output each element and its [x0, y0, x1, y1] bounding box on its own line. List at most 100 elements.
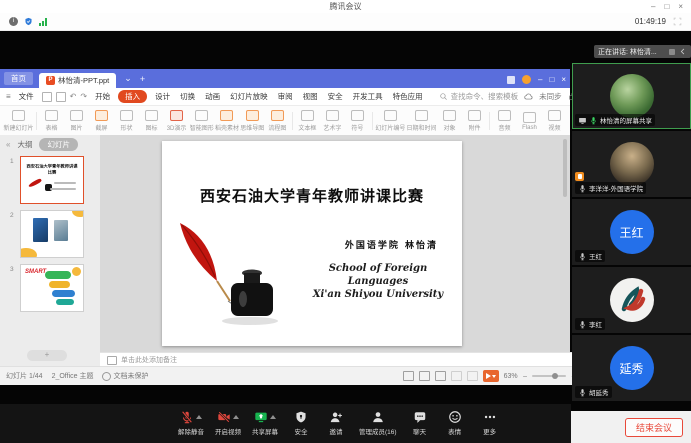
normal-view-icon[interactable] — [403, 371, 414, 381]
share-screen-button[interactable]: 共享屏幕 — [252, 409, 278, 436]
person-icon — [371, 410, 385, 424]
hamburger-icon[interactable]: ≡ — [6, 92, 11, 101]
save-icon[interactable] — [42, 92, 52, 102]
ribbon-smartart[interactable]: 智能图形 — [189, 110, 214, 132]
menu-review[interactable]: 审阅 — [276, 90, 295, 103]
play-slideshow-button[interactable] — [483, 370, 499, 382]
current-slide[interactable]: 西安石油大学青年教师讲课比赛 外国语学院 林怡清 School of Forei… — [162, 141, 462, 346]
video-options-caret[interactable] — [233, 415, 239, 419]
reading-view-icon[interactable] — [435, 371, 446, 381]
participant-tile-screen-share[interactable]: 林怡清的屏幕共享 — [572, 63, 691, 129]
menu-transition[interactable]: 切换 — [178, 90, 197, 103]
unmute-button[interactable]: 解除静音 — [178, 409, 204, 436]
slide-thumbnail-3[interactable]: SMART — [20, 264, 84, 312]
end-meeting-button[interactable]: 结束会议 — [625, 418, 683, 437]
ribbon-3d[interactable]: 3D演示 — [164, 110, 189, 132]
ribbon-flash[interactable]: Flash — [517, 112, 542, 131]
menu-start[interactable]: 开始 — [93, 90, 112, 103]
ribbon-docer[interactable]: 稻壳素材 — [214, 110, 239, 132]
protect-status[interactable]: 文档未保护 — [113, 371, 148, 381]
participant-name: 林怡清的屏幕共享 — [600, 115, 652, 125]
wps-maximize-icon[interactable]: □ — [549, 75, 554, 84]
menu-animation[interactable]: 动画 — [203, 90, 222, 103]
menu-file[interactable]: 文件 — [17, 90, 36, 103]
add-slide-button[interactable]: + — [27, 350, 67, 361]
slide-thumbnail-1[interactable]: 西安石油大学青年教师讲课比赛 — [20, 156, 84, 204]
ribbon-new-slide[interactable]: 新建幻灯片 — [3, 110, 34, 132]
slide-sorter-icon[interactable] — [419, 371, 430, 381]
ribbon-attachment[interactable]: 附件 — [462, 110, 487, 132]
share-options-caret[interactable] — [270, 415, 276, 419]
message-icon[interactable] — [507, 76, 515, 84]
menu-devtools[interactable]: 开发工具 — [351, 90, 385, 103]
ribbon-shapes[interactable]: 形状 — [114, 110, 139, 132]
undo-icon[interactable]: ↶ — [70, 92, 77, 101]
minimize-button[interactable]: – — [651, 2, 655, 11]
wps-home-tab[interactable]: 首页 — [4, 72, 33, 85]
sync-status[interactable]: 未同步 — [539, 91, 562, 102]
ribbon-mindmap[interactable]: 思维导图 — [240, 110, 265, 132]
ribbon-picture[interactable]: 图片 — [64, 110, 89, 132]
participant-tile[interactable]: 延秀 胡延秀 — [572, 335, 691, 401]
ribbon-slide-number[interactable]: 幻灯片编号 — [375, 110, 406, 132]
wps-close-icon[interactable]: × — [561, 75, 566, 84]
meeting-info-icon[interactable]: i — [9, 17, 18, 26]
ribbon-symbol[interactable]: 符号 — [345, 110, 370, 132]
zoom-out-icon[interactable]: − — [523, 372, 528, 381]
more-button[interactable]: 更多 — [478, 409, 502, 436]
ribbon-date-time[interactable]: 日期和时间 — [406, 110, 437, 132]
meeting-security-shield-icon[interactable] — [24, 17, 33, 26]
start-video-button[interactable]: 开启视频 — [215, 409, 241, 436]
redo-icon[interactable]: ↷ — [80, 92, 87, 101]
participant-tile[interactable]: 王红 王红 — [572, 199, 691, 265]
chat-button[interactable]: 聊天 — [408, 409, 432, 436]
menu-design[interactable]: 设计 — [153, 90, 172, 103]
mic-options-caret[interactable] — [196, 415, 202, 419]
new-tab-icon[interactable]: + — [140, 74, 145, 84]
ribbon-icons[interactable]: 图标 — [139, 110, 164, 132]
zoom-slider[interactable] — [532, 375, 566, 377]
ribbon-textbox[interactable]: 文本框 — [295, 110, 320, 132]
zoom-slider-knob[interactable] — [552, 373, 558, 379]
wps-minimize-icon[interactable]: – — [538, 75, 542, 84]
menu-slideshow[interactable]: 幻灯片放映 — [228, 90, 270, 103]
maximize-button[interactable]: □ — [664, 2, 669, 11]
mic-icon — [578, 388, 587, 397]
shared-screen-stage: 首页 P 林怡清-PPT.ppt ⌄ + – □ × ≡ 文件 ↶ — [0, 31, 691, 443]
security-button[interactable]: 安全 — [289, 409, 313, 436]
print-icon[interactable] — [56, 92, 66, 102]
ribbon-object[interactable]: 对象 — [437, 110, 462, 132]
participant-tile[interactable]: 李洋洋-外国语学院 — [572, 131, 691, 197]
theme-name[interactable]: 2_Office 主题 — [52, 371, 94, 381]
menu-security[interactable]: 安全 — [326, 90, 345, 103]
collapse-panel-icon[interactable]: « — [6, 140, 10, 149]
thumb1-quill-art — [28, 178, 42, 188]
slide-thumbnail-2[interactable] — [20, 210, 84, 258]
banner-pin-icon[interactable] — [669, 49, 675, 55]
tab-outline[interactable]: 大纲 — [17, 139, 32, 150]
menu-special-apps[interactable]: 特色应用 — [391, 90, 425, 103]
ribbon-audio[interactable]: 音频 — [492, 110, 517, 132]
ribbon-table[interactable]: 表格 — [39, 110, 64, 132]
account-avatar[interactable] — [522, 75, 531, 84]
close-button[interactable]: × — [678, 2, 683, 11]
wps-document-tab[interactable]: P 林怡清-PPT.ppt — [39, 73, 116, 88]
ribbon-flowchart[interactable]: 流程图 — [265, 110, 290, 132]
emoji-button[interactable]: 表情 — [443, 409, 467, 436]
fullscreen-icon[interactable] — [673, 17, 682, 26]
tab-list-caret-icon[interactable]: ⌄ — [124, 73, 132, 84]
canvas-scrollbar[interactable] — [563, 139, 567, 197]
ribbon-wordart[interactable]: 艺术字 — [320, 110, 345, 132]
participant-tile[interactable]: 李红 — [572, 267, 691, 333]
command-search[interactable]: 查找命令、搜索模板 — [439, 91, 519, 102]
ribbon-screenshot[interactable]: 截屏 — [89, 110, 114, 132]
slide-canvas-area[interactable]: 西安石油大学青年教师讲课比赛 外国语学院 林怡清 School of Forei… — [100, 135, 570, 352]
menu-view[interactable]: 视图 — [301, 90, 320, 103]
tab-slides[interactable]: 幻灯片 — [39, 138, 78, 151]
manage-members-button[interactable]: 管理成员(16) — [359, 409, 397, 436]
invite-button[interactable]: 邀请 — [324, 409, 348, 436]
menu-insert-active[interactable]: 插入 — [118, 90, 147, 103]
notes-bar[interactable]: 单击此处添加备注 — [100, 352, 584, 367]
banner-collapse-icon[interactable] — [678, 47, 687, 56]
ribbon-video[interactable]: 视频 — [542, 110, 567, 132]
